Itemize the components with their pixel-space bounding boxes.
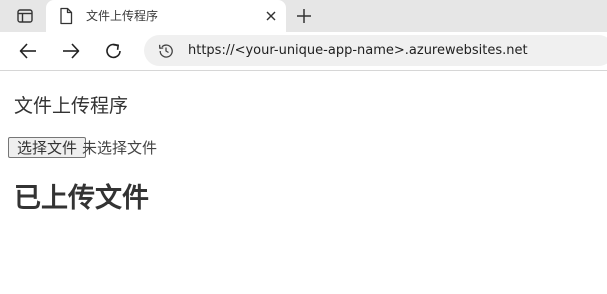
tab-actions-icon [17,9,33,23]
address-bar[interactable]: https://<your-unique-app-name>.azurewebs… [144,35,607,66]
uploaded-files-heading: 已上传文件 [14,183,149,214]
history-icon[interactable] [157,42,175,60]
file-input: 选择文件 未选择文件 [8,137,157,158]
tab-title: 文件上传程序 [86,9,159,23]
page-content: 文件上传程序 选择文件 未选择文件 已上传文件 [0,71,607,294]
arrow-left-icon[interactable] [17,40,39,62]
file-status-text: 未选择文件 [82,139,158,157]
tab-actions-button[interactable] [6,4,44,28]
arrow-right-icon[interactable] [60,40,82,62]
page-title: 文件上传程序 [14,95,129,117]
browser-chrome: 文件上传程序 https://<your-unique-app-name>.az… [0,0,607,71]
url-text: https://<your-unique-app-name>.azurewebs… [188,43,528,58]
browser-tab[interactable]: 文件上传程序 [46,0,286,32]
plus-icon[interactable] [294,6,314,26]
browser-toolbar: https://<your-unique-app-name>.azurewebs… [0,32,607,71]
tab-strip: 文件上传程序 [0,0,607,32]
choose-file-button[interactable]: 选择文件 [8,137,87,158]
reload-icon[interactable] [103,40,125,62]
page-icon [60,7,73,25]
close-icon[interactable] [263,8,279,24]
